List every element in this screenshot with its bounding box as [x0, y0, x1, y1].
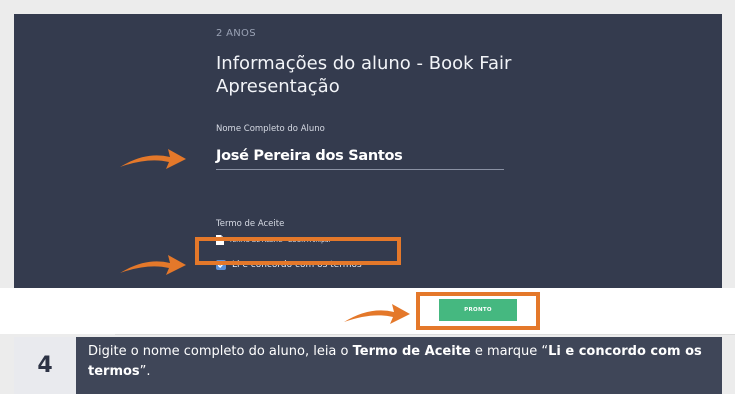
form-title: Informações do aluno - Book Fair Apresen… — [216, 53, 512, 97]
terms-label: Termo de Aceite — [216, 219, 285, 229]
instruction-bar: 4 Digite o nome completo do aluno, leia … — [14, 337, 722, 394]
step-number: 4 — [14, 337, 76, 394]
divider — [115, 334, 735, 335]
arrow-right-icon — [120, 149, 186, 169]
name-input-underline — [216, 169, 504, 170]
name-input[interactable]: José Pereira dos Santos — [216, 148, 403, 164]
checkbox-highlight-box — [195, 237, 401, 265]
instruction-bold-terms: Termo de Aceite — [352, 344, 471, 359]
grade-label: 2 ANOS — [216, 28, 256, 39]
name-field-label: Nome Completo do Aluno — [216, 124, 325, 134]
submit-button[interactable]: PRONTO — [439, 299, 517, 321]
instruction-text: Digite o nome completo do aluno, leia o … — [88, 344, 702, 379]
arrow-right-icon — [344, 304, 410, 324]
arrow-right-icon — [120, 255, 186, 275]
